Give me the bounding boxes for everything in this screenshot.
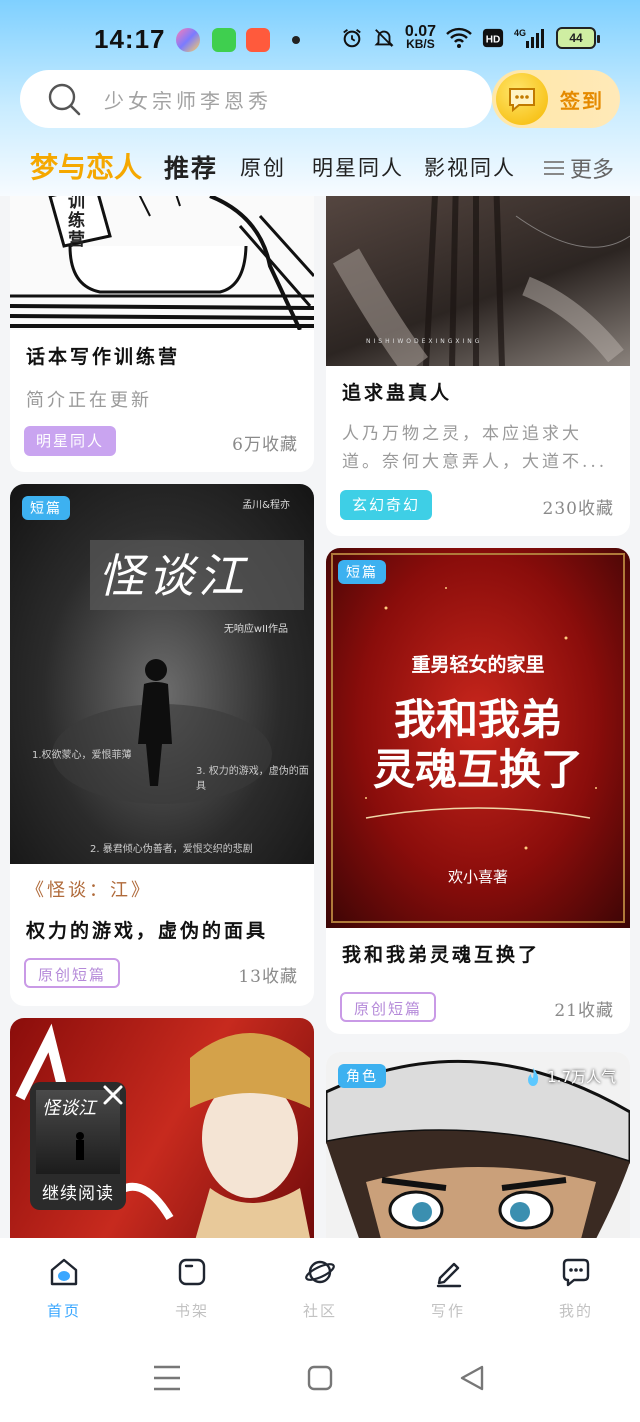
story-badge: 短篇 <box>22 496 70 520</box>
nav-label: 我的 <box>558 1302 593 1320</box>
cover-text: NISHIWODEXINGXING <box>366 338 483 345</box>
nav-label: 写作 <box>430 1302 465 1320</box>
network-speed: 0.07 KB/S <box>404 23 436 51</box>
search-bar[interactable]: 少女宗师李恩秀 <box>20 70 492 128</box>
story-card[interactable]: 训练营 话本写作训练营 简介正在更新 明星同人 6万收藏 <box>10 196 314 472</box>
genre-tag[interactable]: 原创短篇 <box>24 958 121 988</box>
nav-bookshelf[interactable]: 书架 <box>152 1256 232 1321</box>
signin-button[interactable]: 签到 <box>492 70 620 128</box>
tab-recommend[interactable]: 推荐 <box>164 149 218 185</box>
bookshelf-icon <box>178 1258 206 1286</box>
cover-title: 灵魂互换了 <box>372 745 583 794</box>
signin-label: 签到 <box>560 88 604 113</box>
cover-text: 训练营 <box>64 196 84 249</box>
story-cover: 训练营 <box>10 196 314 330</box>
system-navigation <box>0 1338 640 1422</box>
app-notification-icon <box>176 28 200 52</box>
pencil-icon <box>436 1262 462 1288</box>
character-card[interactable]: 角色 1.7万人气 <box>326 1052 630 1238</box>
story-badge: 短篇 <box>338 560 386 584</box>
popularity-count: 1.7万人气 <box>547 1068 616 1086</box>
cover-author: 欢小喜著 <box>447 868 508 886</box>
back-triangle-icon[interactable] <box>458 1364 486 1392</box>
popularity: 1.7万人气 <box>525 1066 616 1087</box>
nav-write[interactable]: 写作 <box>408 1256 488 1321</box>
flame-icon <box>528 1067 539 1086</box>
story-cover: 短篇 孟川&程亦 怪谈江 无响应wII作品 1.权欲蒙心，爱恨菲薄 3. 权力的… <box>10 484 314 864</box>
status-bar: 14:17 0.07 KB/S HD 4G 44 <box>0 18 640 62</box>
svg-text:4G: 4G <box>514 28 526 38</box>
message-icon <box>562 1258 590 1287</box>
planet-icon <box>305 1260 335 1284</box>
bottom-navigation: 首页 书架 社区 写作 我的 <box>0 1238 640 1338</box>
coin-icon <box>496 73 548 125</box>
status-time: 14:17 <box>94 24 166 54</box>
cover-line: 1.权欲蒙心，爱恨菲薄 <box>32 750 132 761</box>
svg-text:HD: HD <box>486 35 501 46</box>
story-card[interactable]: 短篇 孟川&程亦 怪谈江 无响应wII作品 1.权欲蒙心，爱恨菲薄 3. 权力的… <box>10 484 314 1006</box>
story-description: 人乃万物之灵，本应追求大道。奈何大意弄人，大道不... <box>342 424 608 472</box>
tab-original[interactable]: 原创 <box>240 152 286 182</box>
story-subtitle: 《怪谈：江》 <box>26 880 152 901</box>
more-label: 更多 <box>569 158 614 183</box>
cover-credit: 无响应wII作品 <box>223 624 288 635</box>
story-cover: 短篇 重男轻女的家里 我和我弟 灵魂互换了 欢小喜著 <box>326 548 630 928</box>
story-title: 权力的游戏，虚伪的面具 <box>26 920 269 942</box>
status-icons: 0.07 KB/S HD 4G 44 <box>341 23 600 51</box>
favorites-count: 21收藏 <box>554 1001 614 1021</box>
home-icon <box>50 1258 78 1286</box>
nav-profile[interactable]: 我的 <box>536 1256 616 1321</box>
cover-title: 怪谈江 <box>98 549 248 603</box>
character-image: 角色 1.7万人气 <box>326 1052 630 1238</box>
nav-home[interactable]: 首页 <box>24 1256 104 1321</box>
story-card[interactable]: 短篇 重男轻女的家里 我和我弟 灵魂互换了 欢小喜著 我和我弟灵魂互换了 原创短… <box>326 548 630 1034</box>
wifi-icon <box>446 27 472 48</box>
story-cover: NISHIWODEXINGXING <box>326 196 630 366</box>
story-title: 我和我弟灵魂互换了 <box>342 944 541 966</box>
tab-brand[interactable]: 梦与恋人 <box>30 146 142 186</box>
mute-icon <box>374 29 394 47</box>
home-square-icon[interactable] <box>306 1364 334 1392</box>
menu-icon <box>543 161 564 175</box>
tab-film-fanfic[interactable]: 影视同人 <box>424 152 516 182</box>
cover-author: 孟川&程亦 <box>242 500 290 511</box>
character-badge: 角色 <box>338 1064 386 1088</box>
story-title: 话本写作训练营 <box>26 346 181 368</box>
story-title: 追求蛊真人 <box>342 382 453 404</box>
genre-tag[interactable]: 玄幻奇幻 <box>340 490 433 520</box>
favorites-count: 230收藏 <box>542 499 614 519</box>
continue-reading-label: 继续阅读 <box>42 1184 114 1204</box>
nav-label: 书架 <box>174 1302 209 1320</box>
chat-notification-icon <box>212 28 236 52</box>
search-icon <box>48 83 81 116</box>
nav-community[interactable]: 社区 <box>280 1256 360 1321</box>
story-subtitle: 简介正在更新 <box>26 390 152 411</box>
story-card[interactable]: NISHIWODEXINGXING 追求蛊真人 人乃万物之灵，本应追求大道。奈何… <box>326 196 630 536</box>
search-placeholder: 少女宗师李恩秀 <box>104 88 272 113</box>
genre-tag[interactable]: 原创短篇 <box>340 992 437 1022</box>
nav-label: 首页 <box>46 1302 81 1320</box>
cover-line: 3. 权力的游戏，虚伪的面具 <box>196 766 309 792</box>
cellular-4g-icon: 4G <box>514 28 544 48</box>
more-tabs-button[interactable]: 更多 <box>543 152 614 184</box>
hd-icon: HD <box>482 28 504 48</box>
alarm-icon <box>343 29 361 48</box>
nav-label: 社区 <box>302 1302 337 1320</box>
tab-star-fanfic[interactable]: 明星同人 <box>312 152 404 182</box>
cover-top-text: 重男轻女的家里 <box>411 654 545 676</box>
favorites-count: 13收藏 <box>238 967 298 987</box>
video-notification-icon <box>246 28 270 52</box>
recents-menu-icon[interactable] <box>152 1364 182 1392</box>
close-icon[interactable] <box>102 1084 124 1106</box>
battery-indicator: 44 <box>556 27 600 49</box>
favorites-count: 6万收藏 <box>232 435 298 455</box>
category-tabs: 梦与恋人 推荐 原创 明星同人 影视同人 更多 <box>0 140 640 192</box>
more-notifications-dot <box>292 36 300 44</box>
cover-line: 2. 暴君倾心伪善者，爱恨交织的悲剧 <box>90 844 253 855</box>
genre-tag[interactable]: 明星同人 <box>24 426 117 456</box>
